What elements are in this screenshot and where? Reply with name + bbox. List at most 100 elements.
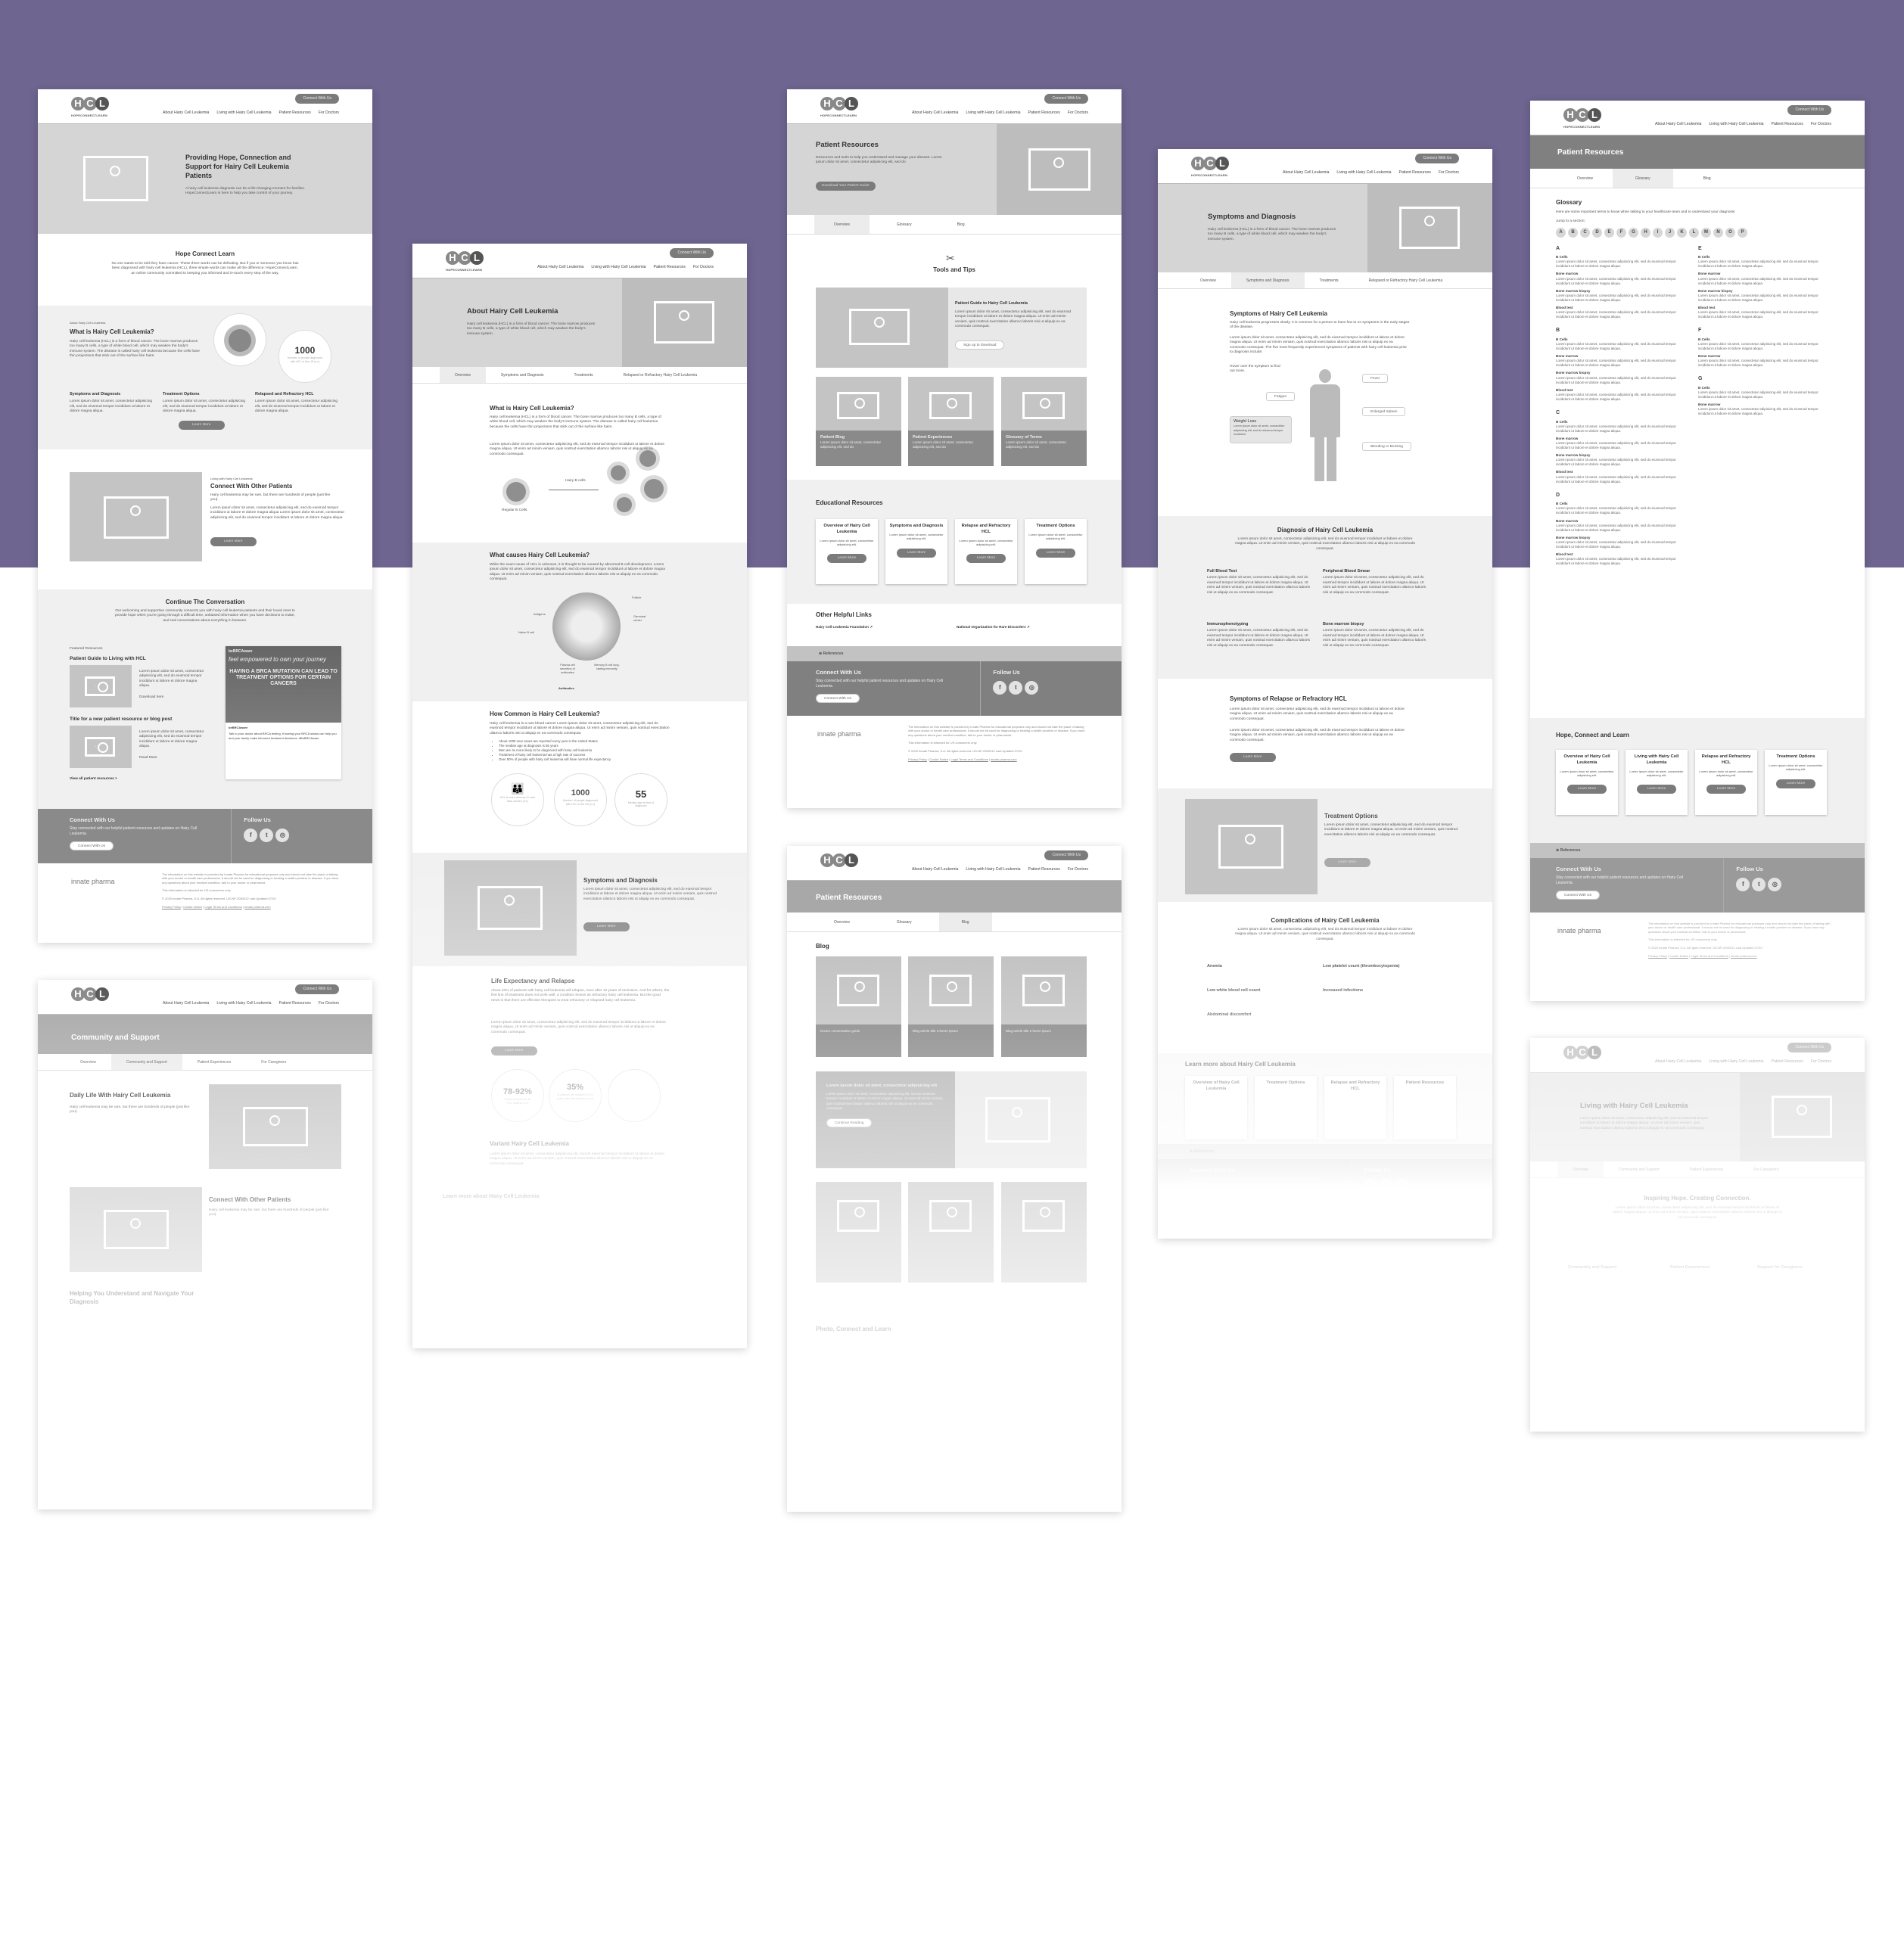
download-link[interactable]: Download here [139,695,163,700]
references-toggle[interactable]: ⊕ References [1530,843,1865,858]
tab-glossary[interactable]: Glossary [870,215,939,234]
letter-n-button[interactable]: N [1713,227,1723,238]
references-toggle[interactable]: ⊕ References [787,646,1122,661]
tab-symptoms[interactable]: Symptoms and Diagnosis [1230,272,1305,288]
nav-living[interactable]: Living with Hairy Cell Leukemia [1336,170,1391,176]
sign-up-button[interactable]: Sign up to download [955,340,1005,350]
nav-about[interactable]: About Hairy Cell Leukemia [1655,1059,1701,1065]
letter-g-button[interactable]: G [1629,227,1638,238]
hcl-logo[interactable]: H C L HOPECONNECTLEARN [1563,107,1609,131]
nav-resources[interactable]: Patient Resources [279,110,311,116]
view-all-link[interactable]: View all patient resources > [70,777,117,782]
continue-reading-button[interactable]: Continue Reading [826,1118,873,1127]
tab-treatments[interactable]: Treatments [1305,272,1354,288]
learn-more-button[interactable]: Learn More [966,554,1006,564]
terms-link[interactable]: Legal Terms and Conditions [950,757,988,761]
nav-resources[interactable]: Patient Resources [279,1001,311,1006]
nav-living[interactable]: Living with Hairy Cell Leukemia [966,867,1020,872]
terms-link[interactable]: Legal Terms and Conditions [1691,954,1728,958]
connect-with-us-button[interactable]: Connect With Us [1044,94,1088,104]
cookie-link[interactable]: Cookie Notice [929,757,948,761]
letter-o-button[interactable]: O [1725,227,1735,238]
nav-about[interactable]: About Hairy Cell Leukemia [163,1001,209,1006]
tab-overview[interactable]: Overview [65,1054,111,1070]
nav-about[interactable]: About Hairy Cell Leukemia [1283,170,1329,176]
letter-a-button[interactable]: A [1556,227,1566,238]
footer-connect-button[interactable]: Connect With Us [1190,1191,1234,1201]
letter-k-button[interactable]: K [1677,227,1687,238]
learn-more-button[interactable]: Learn More [1566,785,1607,794]
footer-connect-button[interactable]: Connect With Us [1556,890,1600,900]
tab-community[interactable]: Community and Support [110,1054,182,1070]
tab-overview[interactable]: Overview [1557,169,1613,188]
tab-glossary[interactable]: Glossary [1612,169,1673,188]
blog-post-tile[interactable] [1001,1182,1087,1283]
symptom-fatigue[interactable]: Fatigue [1266,392,1295,401]
connect-with-us-button[interactable]: Connect With Us [295,94,339,104]
website-link[interactable]: innate-pharma.com [244,905,270,909]
tab-relapsed[interactable]: Relapsed or Refractory Hairy Cell Leukem… [1354,272,1458,288]
learn-more-button[interactable]: Learn More [896,548,937,558]
symptom-spleen[interactable]: Enlarged Spleen [1362,407,1406,416]
blog-post-tile[interactable] [908,1182,994,1283]
tab-blog[interactable]: Blog [1673,169,1741,188]
nav-living[interactable]: Living with Hairy Cell Leukemia [1709,122,1763,127]
nav-doctors[interactable]: For Doctors [319,110,339,116]
nav-living[interactable]: Living with Hairy Cell Leukemia [591,265,646,270]
instagram-icon[interactable]: ◎ [1395,1179,1410,1193]
tab-overview[interactable]: Overview [814,215,870,234]
resource-tile[interactable]: Glossary of Terms Lorem ipsum dolor sit a… [1001,377,1087,466]
cookie-link[interactable]: Cookie Notice [1669,954,1688,958]
tab-overview[interactable]: Overview [814,913,870,931]
connect-with-us-button[interactable]: Connect With Us [1787,105,1831,115]
hcl-logo[interactable]: H C L HOPECONNECTLEARN [446,250,491,274]
hcl-logo[interactable]: H C L HOPECONNECTLEARN [71,95,117,120]
letter-e-button[interactable]: E [1604,227,1614,238]
learn-more-button[interactable]: Learn More [1706,785,1747,794]
social-embed[interactable]: beBRCAware feel empowered to own your jo… [226,646,341,779]
letter-l-button[interactable]: L [1689,227,1699,238]
nav-doctors[interactable]: For Doctors [1068,867,1088,872]
resource-title[interactable]: Title for a new patient resource or blog… [70,717,172,723]
letter-h-button[interactable]: H [1641,227,1650,238]
learn-more-button[interactable]: Learn More [1035,548,1076,558]
learn-more-button[interactable]: Learn More [826,554,867,564]
nav-doctors[interactable]: For Doctors [1068,110,1088,116]
resource-tile[interactable]: Patient Blog Lorem ipsum dolor sit amet, … [816,377,901,466]
letter-i-button[interactable]: I [1653,227,1663,238]
nav-doctors[interactable]: For Doctors [1439,170,1459,176]
letter-f-button[interactable]: F [1616,227,1626,238]
letter-p-button[interactable]: P [1738,227,1747,238]
letter-j-button[interactable]: J [1665,227,1675,238]
connect-with-us-button[interactable]: Connect With Us [670,248,714,258]
instagram-icon[interactable]: ◎ [275,829,290,843]
nav-doctors[interactable]: For Doctors [319,1001,339,1006]
twitter-icon[interactable]: t [1009,681,1023,695]
tab-overview[interactable]: Overview [1557,1161,1604,1177]
nav-doctors[interactable]: For Doctors [1811,122,1831,127]
symptom-bleeding[interactable]: Bleeding or Bruising [1362,442,1411,451]
connect-with-us-button[interactable]: Connect With Us [1787,1043,1831,1052]
tab-overview[interactable]: Overview [1185,272,1231,288]
nav-about[interactable]: About Hairy Cell Leukemia [1655,122,1701,127]
nav-about[interactable]: About Hairy Cell Leukemia [163,110,209,116]
tab-experiences[interactable]: Patient Experiences [1675,1161,1738,1177]
external-link[interactable]: National Organization for Rare Discorder… [957,625,1030,630]
nav-resources[interactable]: Patient Resources [654,265,686,270]
hcl-logo[interactable]: HCL [1563,1044,1609,1068]
nav-living[interactable]: Living with Hairy Cell Leukemia [216,110,271,116]
footer-connect-button[interactable]: Connect With Us [70,841,114,850]
tab-blog[interactable]: Blog [938,913,992,931]
instagram-icon[interactable]: ◎ [1025,681,1039,695]
tab-symptoms[interactable]: Symptoms and Diagnosis [486,367,559,383]
download-guide-button[interactable]: Download Your Patient Guide [816,182,876,191]
tab-caregivers[interactable]: For Caregivers [1738,1161,1794,1177]
nav-resources[interactable]: Patient Resources [1028,110,1060,116]
learn-more-button[interactable]: Learn More [1324,858,1370,867]
learn-more-button[interactable]: Learn More [491,1046,537,1056]
nav-resources[interactable]: Patient Resources [1399,170,1431,176]
blog-post-tile[interactable] [816,1182,901,1283]
privacy-link[interactable]: Privacy Policy [908,757,927,761]
tab-experiences[interactable]: Patient Experiences [182,1054,246,1070]
hcl-logo[interactable]: H C L HOPECONNECTLEARN [820,95,866,120]
